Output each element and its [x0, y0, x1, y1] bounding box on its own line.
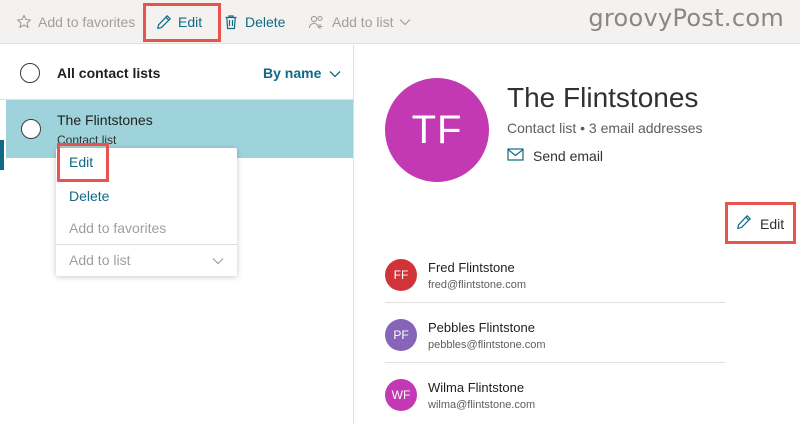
select-all-radio[interactable]: [20, 63, 40, 83]
people-add-icon: [308, 14, 326, 30]
add-to-list-button[interactable]: Add to list: [308, 0, 411, 44]
highlight-box-toolbar-edit: [143, 3, 221, 42]
all-contact-lists-title: All contact lists: [57, 65, 161, 81]
member-avatar: WF: [385, 379, 417, 411]
brand-watermark: groovyPost.com: [588, 4, 784, 32]
member-name: Wilma Flintstone: [428, 380, 525, 395]
delete-label: Delete: [245, 14, 286, 30]
pane-divider: [353, 45, 354, 424]
delete-button[interactable]: Delete: [223, 0, 285, 44]
member-avatar: PF: [385, 319, 417, 351]
member-row[interactable]: WF Wilma Flintstone wilma@flintstone.com: [385, 379, 725, 424]
member-separator: [385, 302, 725, 303]
context-menu-separator: [56, 244, 237, 245]
contact-list-avatar: TF: [385, 78, 489, 182]
contact-list-subtitle: Contact list • 3 email addresses: [507, 120, 703, 136]
sort-label: By name: [263, 65, 322, 81]
mail-icon: [507, 148, 524, 164]
list-item-name: The Flintstones: [57, 112, 153, 128]
all-contact-lists-header: All contact lists By name: [0, 45, 354, 100]
command-bar: Add to favorites Edit Delete Add to list…: [0, 0, 800, 44]
member-name: Fred Flintstone: [428, 260, 515, 275]
add-to-list-label: Add to list: [332, 14, 394, 30]
member-email: fred@flintstone.com: [428, 279, 526, 291]
add-to-favorites-button[interactable]: Add to favorites: [16, 0, 135, 44]
member-email: wilma@flintstone.com: [428, 399, 536, 411]
select-item-radio[interactable]: [21, 119, 41, 139]
send-email-label: Send email: [533, 148, 604, 164]
chevron-down-icon: [321, 65, 341, 81]
member-email: pebbles@flintstone.com: [428, 339, 546, 351]
context-menu-add-to-favorites[interactable]: Add to favorites: [69, 220, 166, 236]
member-row[interactable]: FF Fred Flintstone fred@flintstone.com: [385, 259, 725, 319]
sort-by-dropdown[interactable]: By name: [263, 65, 341, 81]
member-avatar: FF: [385, 259, 417, 291]
contact-list-name: The Flintstones: [507, 82, 699, 113]
context-menu-add-to-list-label: Add to list: [69, 252, 131, 268]
chevron-down-icon: [399, 18, 411, 26]
member-separator: [385, 362, 725, 363]
trash-icon: [223, 14, 239, 30]
send-email-button[interactable]: Send email: [507, 148, 603, 164]
context-menu-add-to-list[interactable]: Add to list: [69, 252, 224, 268]
star-icon: [16, 14, 32, 30]
highlight-box-detail-edit: [725, 202, 796, 244]
highlight-box-menu-edit: [57, 143, 109, 182]
add-to-favorites-label: Add to favorites: [38, 14, 136, 30]
left-edge-accent: [0, 140, 4, 170]
member-row[interactable]: PF Pebbles Flintstone pebbles@flintstone…: [385, 319, 725, 379]
chevron-down-icon: [212, 252, 224, 268]
member-name: Pebbles Flintstone: [428, 320, 535, 335]
context-menu-delete[interactable]: Delete: [69, 188, 109, 204]
